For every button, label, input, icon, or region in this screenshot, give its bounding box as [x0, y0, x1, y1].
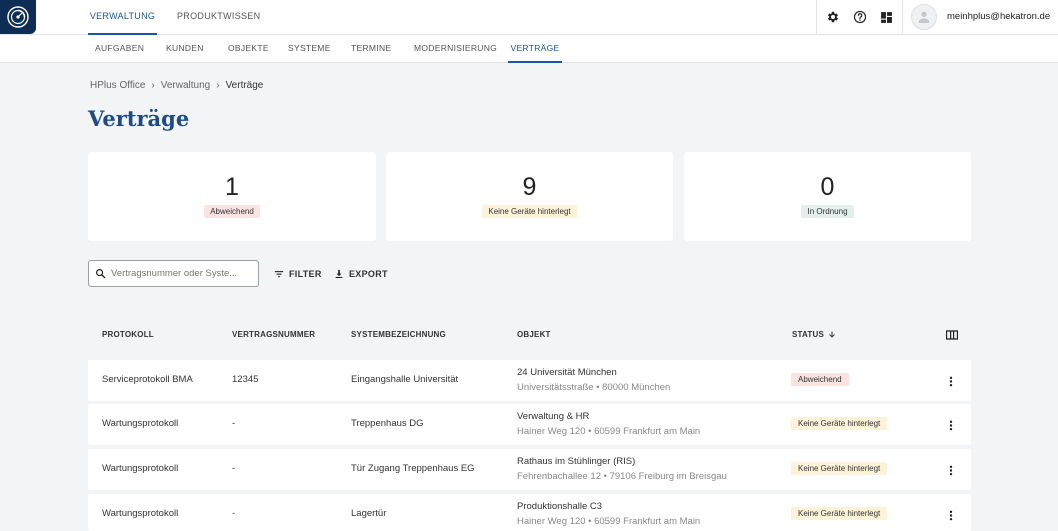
- more-vertical-icon: [949, 376, 953, 386]
- status-badge: Abweichend: [791, 373, 849, 386]
- cell-systembezeichnung: Treppenhaus DG: [351, 418, 424, 429]
- table-row[interactable]: Serviceprotokoll BMA 12345 Eingangshalle…: [88, 360, 971, 401]
- settings-icon: [827, 11, 838, 23]
- stat-value: 0: [820, 173, 835, 201]
- row-menu-button[interactable]: [945, 462, 957, 478]
- tab-systeme[interactable]: SYSTEME: [288, 35, 331, 63]
- help-button[interactable]: [846, 0, 873, 34]
- column-header-objekt[interactable]: OBJEKT: [517, 330, 551, 339]
- cell-objekt-name: Produktionshalle C3: [517, 501, 603, 512]
- tab-aufgaben[interactable]: AUFGABEN: [95, 35, 144, 63]
- app-logo[interactable]: [0, 0, 36, 34]
- breadcrumb-verwaltung[interactable]: Verwaltung: [161, 80, 210, 91]
- cell-objekt-name: Verwaltung & HR: [517, 411, 590, 422]
- export-button[interactable]: EXPORT: [334, 262, 388, 286]
- cell-objekt-address: Hainer Weg 120 • 60599 Frankfurt am Main: [517, 426, 701, 437]
- stat-value: 1: [225, 173, 239, 201]
- breadcrumb: HPlus Office › Verwaltung › Verträge: [90, 80, 263, 91]
- cell-systembezeichnung: Lagertür: [351, 508, 387, 519]
- more-vertical-icon: [949, 465, 953, 475]
- column-settings-button[interactable]: [945, 328, 959, 342]
- table-row[interactable]: Wartungsprotokoll - Treppenhaus DG Verwa…: [88, 404, 971, 445]
- settings-button[interactable]: [819, 0, 846, 34]
- column-header-status[interactable]: STATUS: [792, 330, 836, 339]
- breadcrumb-current: Verträge: [225, 80, 264, 91]
- top-navigation-bar: VERWALTUNG PRODUKTWISSEN meinhplus@hekat…: [0, 0, 1058, 35]
- status-badge: Keine Geräte hinterlegt: [791, 507, 888, 520]
- cell-vertragsnummer: -: [232, 463, 236, 474]
- stat-card-abweichend[interactable]: 1 Abweichend: [88, 152, 376, 241]
- stat-card-in-ordnung[interactable]: 0 In Ordnung: [684, 152, 971, 241]
- table-row[interactable]: Wartungsprotokoll - Tür Zugang Treppenha…: [88, 449, 971, 490]
- cell-protokoll: Wartungsprotokoll: [102, 463, 179, 474]
- cell-systembezeichnung: Eingangshalle Universität: [351, 374, 459, 385]
- logo-icon: [7, 6, 29, 28]
- apps-grid-icon: [881, 11, 892, 23]
- tab-kunden[interactable]: KUNDEN: [166, 35, 204, 63]
- stat-badge: Keine Geräte hinterlegt: [482, 205, 577, 218]
- status-badge: Keine Geräte hinterlegt: [791, 417, 888, 430]
- row-menu-button[interactable]: [945, 507, 957, 523]
- user-email[interactable]: meinhplus@hekatron.de: [947, 0, 1050, 34]
- breadcrumb-hplus-office[interactable]: HPlus Office: [90, 80, 145, 91]
- cell-objekt-name: Rathaus im Stühlinger (RIS): [517, 456, 636, 467]
- search-icon: [96, 269, 106, 279]
- status-badge: Keine Geräte hinterlegt: [791, 462, 888, 475]
- main-tab-verwaltung[interactable]: VERWALTUNG: [88, 0, 157, 35]
- apps-button[interactable]: [873, 0, 900, 34]
- stat-value: 9: [522, 173, 537, 201]
- column-header-vertragsnummer[interactable]: VERTRAGSNUMMER: [232, 330, 315, 339]
- row-menu-button[interactable]: [945, 373, 957, 389]
- cell-protokoll: Wartungsprotokoll: [102, 508, 179, 519]
- user-icon: [918, 11, 930, 23]
- stat-badge: Abweichend: [204, 205, 260, 218]
- main-tab-produktwissen[interactable]: PRODUKTWISSEN: [177, 0, 260, 35]
- chevron-right-icon: ›: [151, 80, 155, 91]
- table-row[interactable]: Wartungsprotokoll - Lagertür Produktions…: [88, 494, 971, 531]
- filter-label: FILTER: [289, 269, 322, 279]
- toolbar-divider: [816, 0, 817, 34]
- cell-protokoll: Serviceprotokoll BMA: [102, 374, 193, 385]
- download-icon: [335, 269, 343, 278]
- tab-vertraege[interactable]: VERTRÄGE: [508, 35, 562, 63]
- cell-systembezeichnung: Tür Zugang Treppenhaus EG: [351, 463, 475, 474]
- filter-button[interactable]: FILTER: [274, 262, 322, 286]
- cell-vertragsnummer: 12345: [232, 374, 259, 385]
- help-icon: [853, 10, 866, 24]
- search-field[interactable]: [88, 260, 259, 287]
- chevron-right-icon: ›: [216, 80, 220, 91]
- row-menu-button[interactable]: [945, 417, 957, 433]
- user-avatar[interactable]: [911, 4, 937, 30]
- toolbar-divider: [902, 0, 903, 34]
- tab-termine[interactable]: TERMINE: [351, 35, 391, 63]
- cell-objekt-name: 24 Universität München: [517, 367, 617, 378]
- search-input[interactable]: [111, 268, 251, 279]
- stat-card-keine-geraete[interactable]: 9 Keine Geräte hinterlegt: [386, 152, 673, 241]
- filter-icon: [274, 271, 284, 278]
- arrow-down-icon: [829, 331, 835, 338]
- more-vertical-icon: [949, 420, 953, 430]
- column-header-protokoll[interactable]: PROTOKOLL: [102, 330, 154, 339]
- more-vertical-icon: [949, 510, 953, 520]
- page-title: Verträge: [88, 106, 190, 131]
- cell-protokoll: Wartungsprotokoll: [102, 418, 179, 429]
- export-label: EXPORT: [349, 269, 388, 279]
- tab-modernisierung[interactable]: MODERNISIERUNG: [414, 35, 497, 63]
- tab-objekte[interactable]: OBJEKTE: [228, 35, 269, 63]
- column-header-systembezeichnung[interactable]: SYSTEMBEZEICHNUNG: [351, 330, 446, 339]
- cell-objekt-address: Hainer Weg 120 • 60599 Frankfurt am Main: [517, 516, 701, 527]
- cell-vertragsnummer: -: [232, 508, 236, 519]
- stat-badge: In Ordnung: [801, 205, 854, 218]
- cell-objekt-address: Universitätsstraße • 80000 München: [517, 382, 671, 393]
- view-columns-icon: [946, 330, 958, 340]
- sub-navigation-bar: AUFGABEN KUNDEN OBJEKTE SYSTEME TERMINE …: [0, 35, 1058, 63]
- column-header-status-label: STATUS: [792, 330, 825, 339]
- cell-objekt-address: Fehrenbachallee 12 • 79106 Freiburg im B…: [517, 471, 727, 482]
- cell-vertragsnummer: -: [232, 418, 236, 429]
